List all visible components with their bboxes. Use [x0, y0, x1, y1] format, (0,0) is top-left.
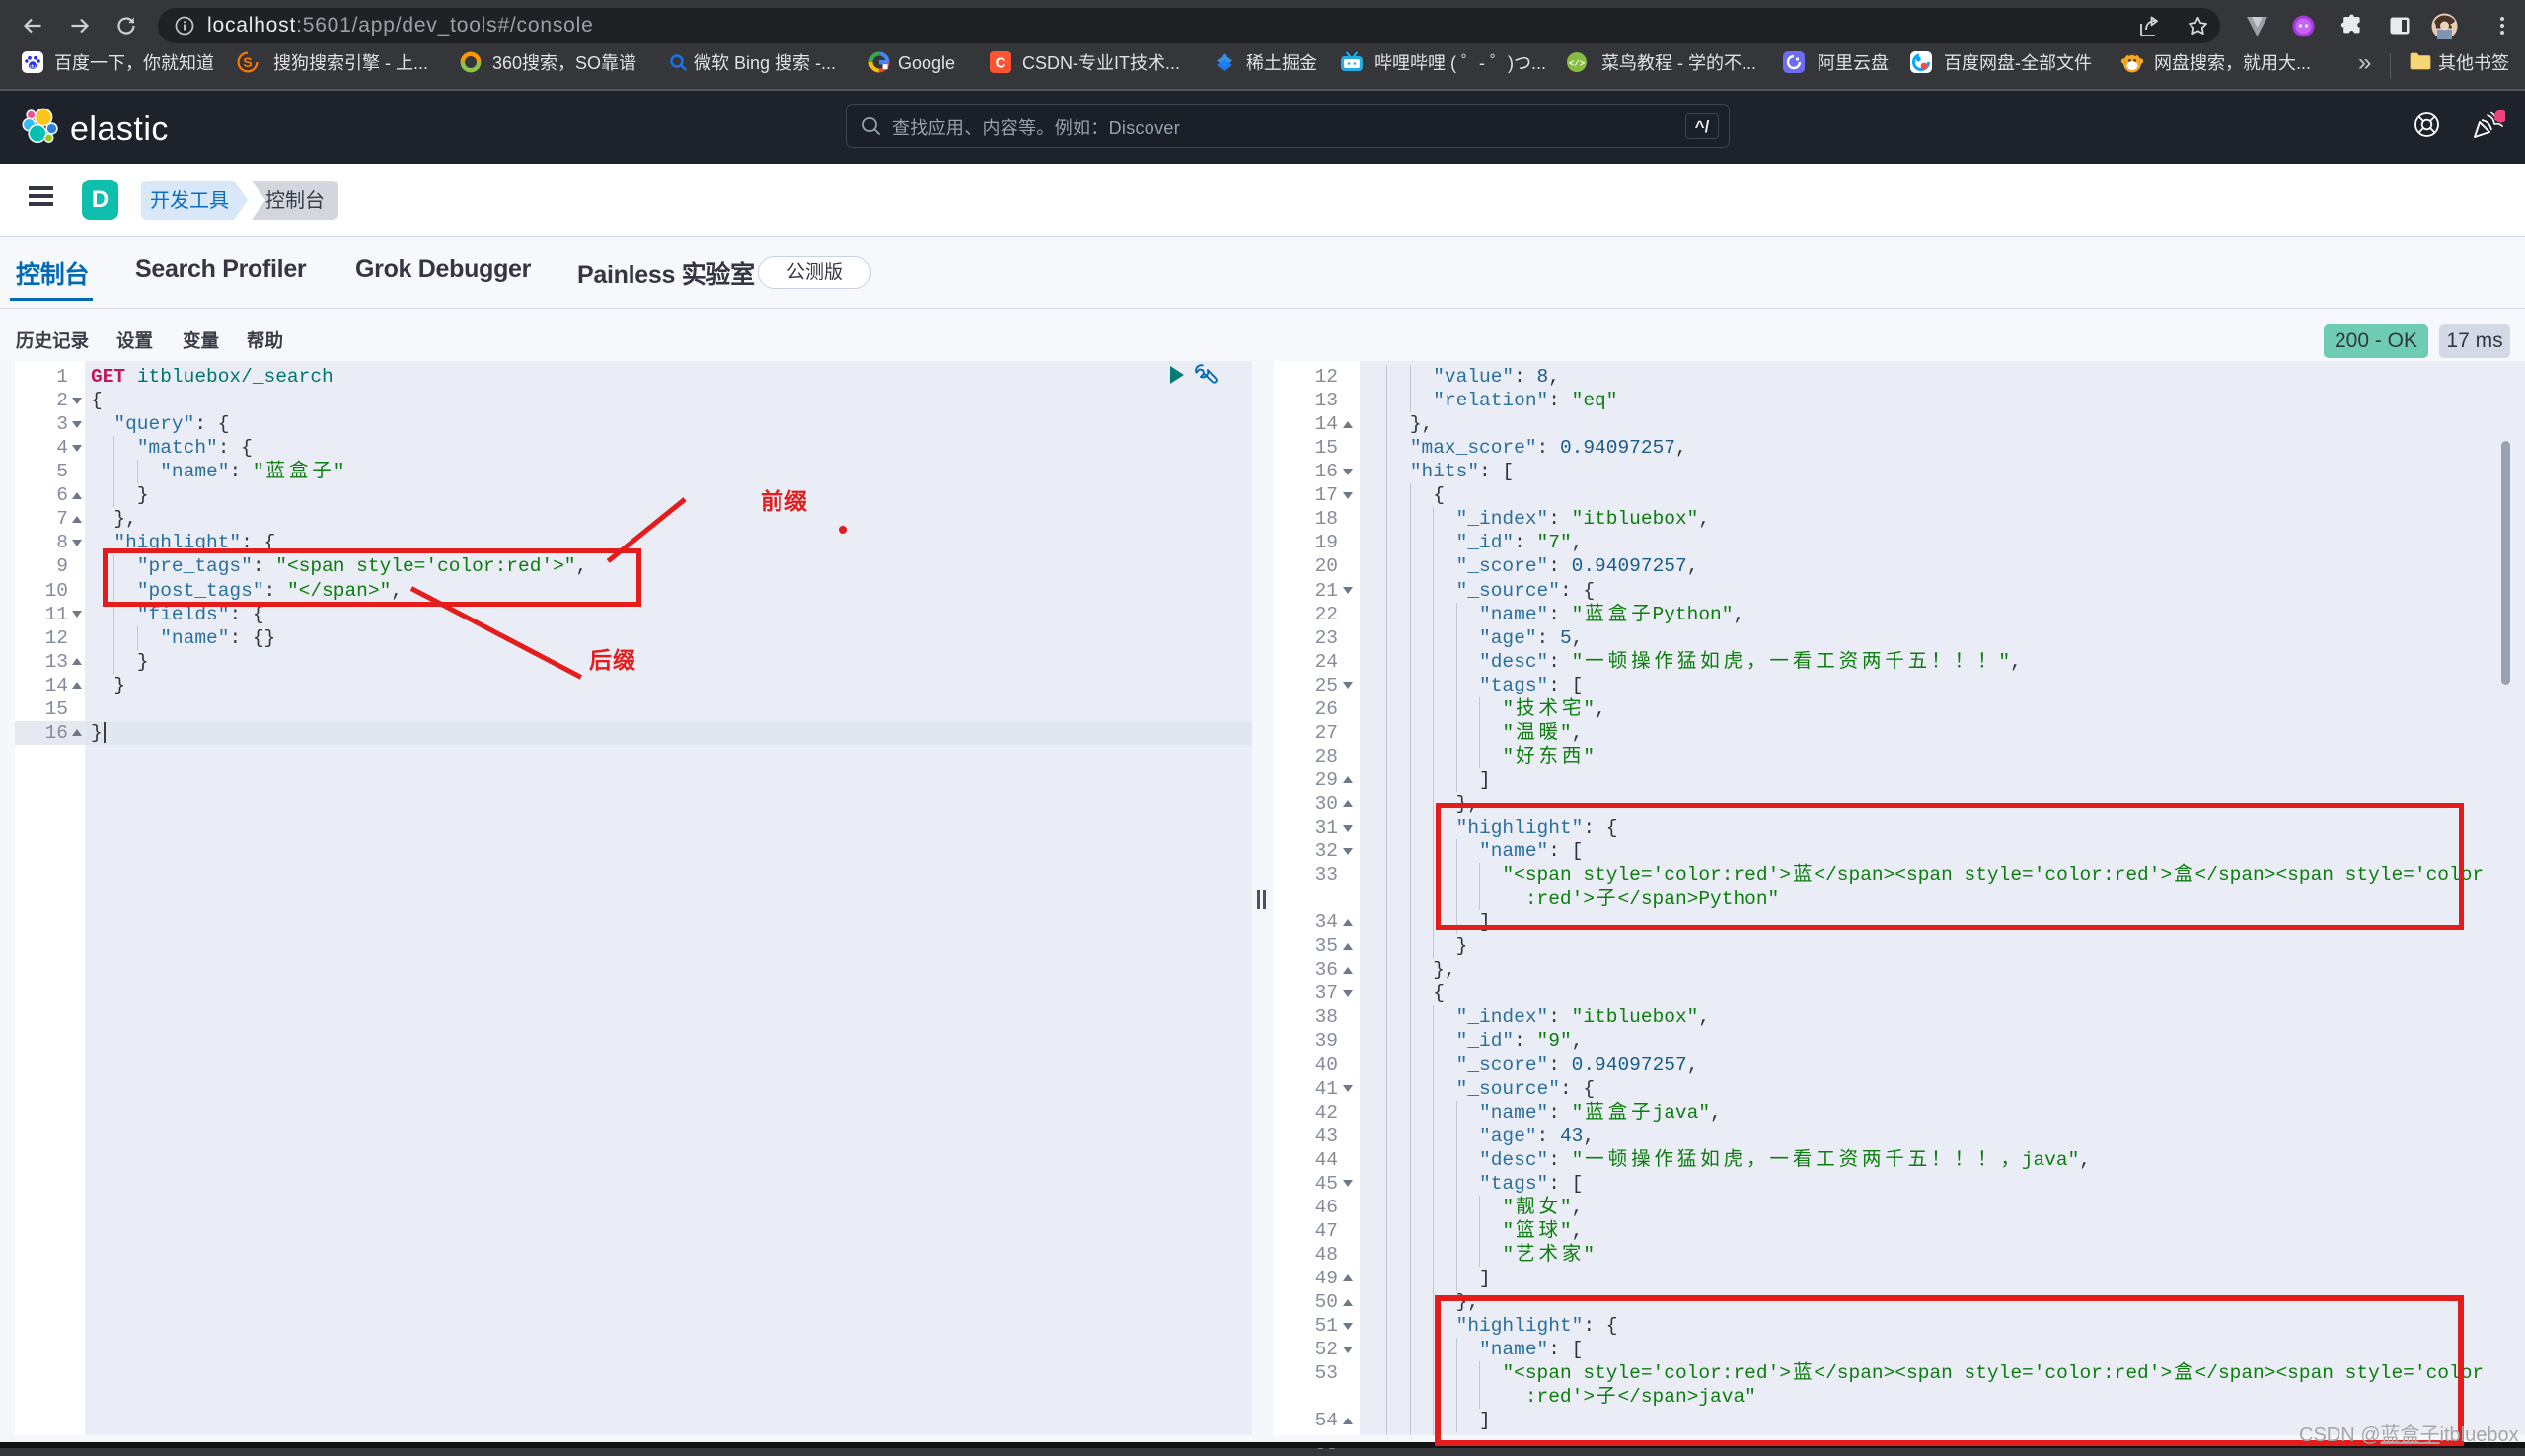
svg-text:S: S — [243, 54, 252, 70]
svg-text:du: du — [30, 64, 36, 70]
svg-text:控制台: 控制台 — [265, 189, 325, 212]
svg-text:开发工具: 开发工具 — [150, 189, 229, 212]
svg-text:C: C — [996, 55, 1006, 72]
svg-text:</>: </> — [1569, 59, 1585, 69]
